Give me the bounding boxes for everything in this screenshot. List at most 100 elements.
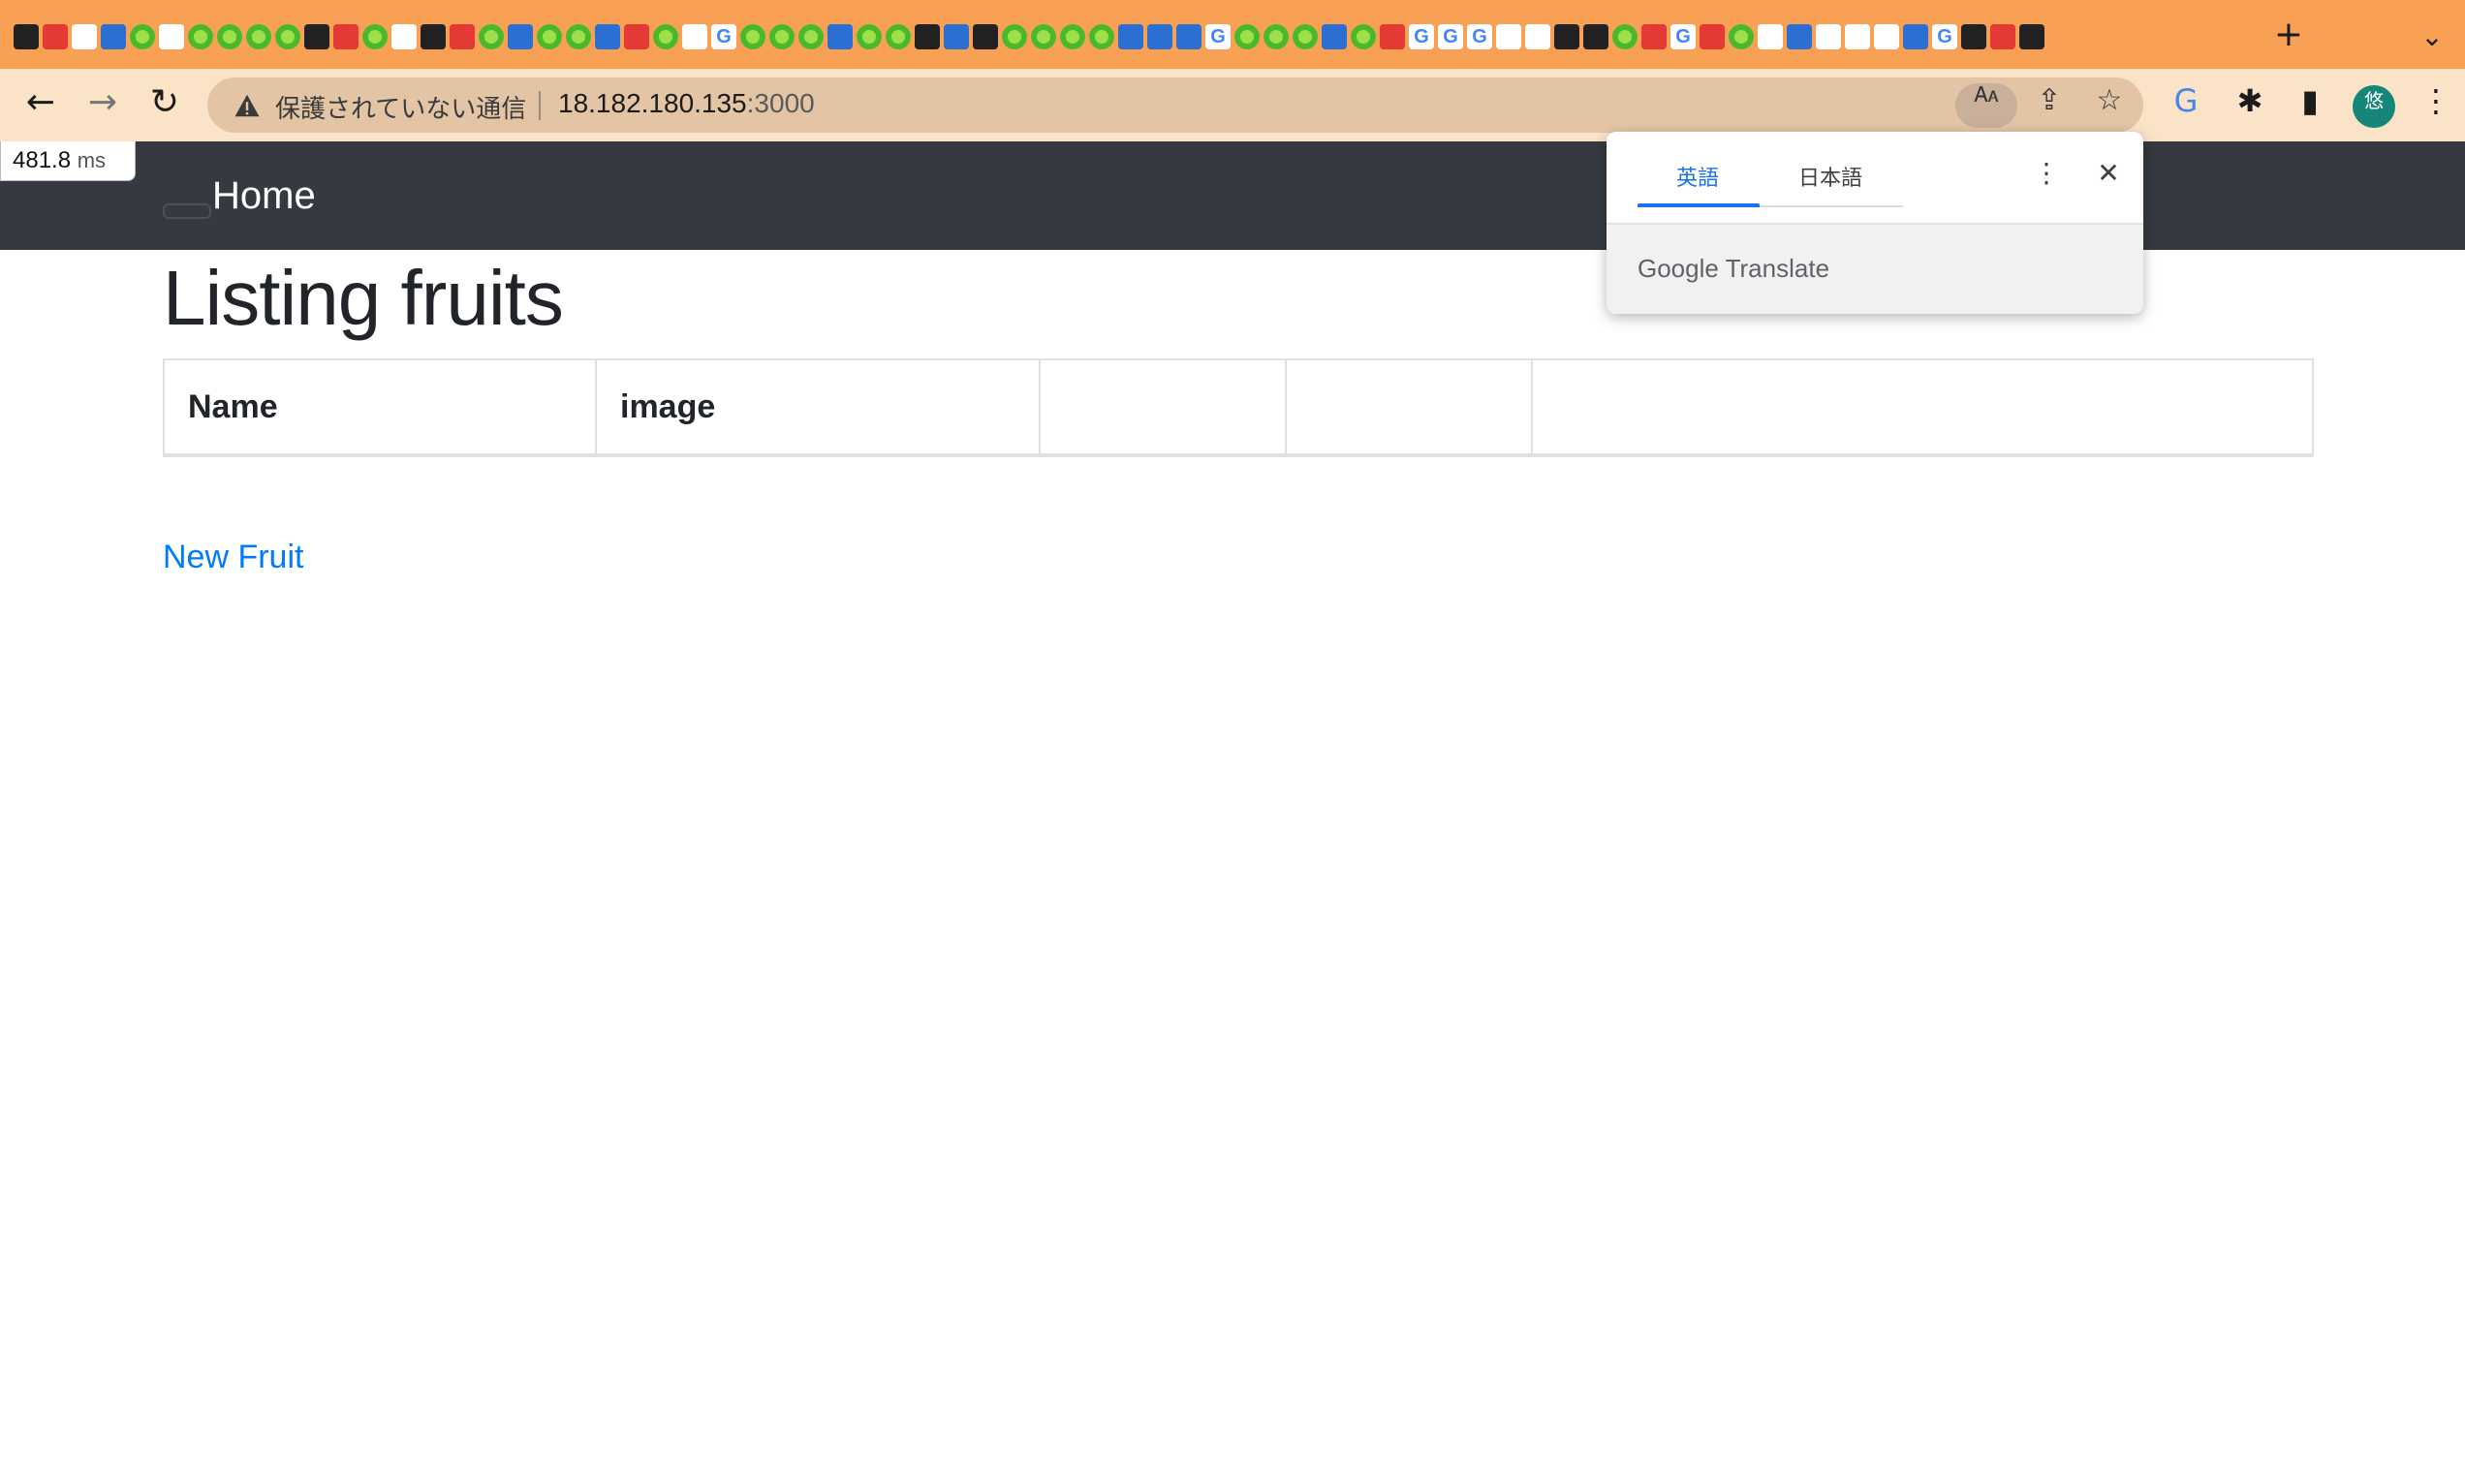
tab-source-language[interactable]: 英語 bbox=[1676, 161, 1719, 192]
tab-favicon[interactable] bbox=[246, 24, 271, 49]
page-title: Listing fruits bbox=[163, 255, 564, 341]
forward-arrow-icon[interactable]: → bbox=[79, 82, 126, 129]
tab-favicon[interactable] bbox=[1002, 24, 1027, 49]
tab-favicon[interactable] bbox=[188, 24, 213, 49]
tab-favicon[interactable] bbox=[1351, 24, 1376, 49]
close-icon[interactable]: ✕ bbox=[2089, 157, 2128, 196]
navbar-brand-home[interactable]: Home bbox=[212, 174, 316, 218]
tab-favicon[interactable] bbox=[2019, 24, 2044, 49]
tab-favicon[interactable]: G bbox=[1467, 24, 1492, 49]
tab-favicon[interactable] bbox=[72, 24, 97, 49]
tab-favicon[interactable] bbox=[1264, 24, 1289, 49]
tab-favicon[interactable] bbox=[43, 24, 68, 49]
tab-favicon[interactable] bbox=[1322, 24, 1347, 49]
tab-favicon[interactable]: G bbox=[1670, 24, 1696, 49]
tab-favicon[interactable] bbox=[1816, 24, 1841, 49]
new-tab-button[interactable]: + bbox=[2267, 14, 2310, 56]
tab-favicon[interactable] bbox=[479, 24, 504, 49]
tab-favicon[interactable] bbox=[1990, 24, 2015, 49]
tab-favicon[interactable]: G bbox=[1409, 24, 1434, 49]
url-port: :3000 bbox=[746, 88, 815, 118]
tab-favicon[interactable] bbox=[275, 24, 300, 49]
tab-favicon[interactable] bbox=[304, 24, 329, 49]
tab-favicon[interactable] bbox=[421, 24, 446, 49]
browser-toolbar: ← → ↻ 保護されていない通信 18.182.180.135:3000 🗛 ⇪… bbox=[0, 69, 2465, 141]
tab-favicon[interactable] bbox=[1700, 24, 1725, 49]
tab-target-language[interactable]: 日本語 bbox=[1798, 161, 1862, 192]
tab-favicon[interactable] bbox=[886, 24, 911, 49]
tab-favicon[interactable] bbox=[159, 24, 184, 49]
google-brand: Google bbox=[1638, 254, 1719, 283]
tab-favicon[interactable] bbox=[769, 24, 795, 49]
new-fruit-link[interactable]: New Fruit bbox=[163, 539, 303, 576]
tab-favicon[interactable] bbox=[1612, 24, 1638, 49]
side-panel-icon[interactable]: ▮ bbox=[2287, 82, 2333, 129]
tab-favicon[interactable]: G bbox=[1438, 24, 1463, 49]
tab-favicon[interactable] bbox=[391, 24, 417, 49]
tab-favicon[interactable] bbox=[740, 24, 765, 49]
tab-favicon[interactable] bbox=[1118, 24, 1143, 49]
translate-page-icon[interactable]: 🗛 bbox=[1955, 83, 2017, 128]
tab-favicon[interactable] bbox=[1903, 24, 1928, 49]
tab-search-chevron-icon[interactable]: ⌄ bbox=[2413, 17, 2451, 56]
tab-favicon[interactable] bbox=[1874, 24, 1899, 49]
tab-favicon[interactable] bbox=[682, 24, 707, 49]
tab-favicon[interactable] bbox=[1234, 24, 1260, 49]
tab-favicon[interactable] bbox=[1554, 24, 1579, 49]
tab-favicon[interactable]: G bbox=[1205, 24, 1231, 49]
tab-favicon[interactable] bbox=[333, 24, 359, 49]
bookmark-star-icon[interactable]: ☆ bbox=[2087, 83, 2132, 128]
tab-favicon[interactable] bbox=[595, 24, 620, 49]
tab-favicon[interactable] bbox=[1089, 24, 1114, 49]
tab-favicon[interactable] bbox=[1525, 24, 1550, 49]
share-icon[interactable]: ⇪ bbox=[2027, 83, 2072, 128]
tab-favicon[interactable] bbox=[1787, 24, 1812, 49]
tab-favicon[interactable] bbox=[1961, 24, 1986, 49]
tab-favicon[interactable] bbox=[1176, 24, 1201, 49]
tab-favicon[interactable] bbox=[857, 24, 882, 49]
reload-icon[interactable]: ↻ bbox=[141, 82, 188, 129]
tab-favicon[interactable] bbox=[130, 24, 155, 49]
tab-favicon[interactable] bbox=[450, 24, 475, 49]
tab-favicon[interactable] bbox=[1641, 24, 1667, 49]
browser-menu-kebab-icon[interactable]: ⋮ bbox=[2413, 82, 2459, 129]
tab-favicon[interactable]: G bbox=[1932, 24, 1957, 49]
tab-favicon[interactable] bbox=[944, 24, 969, 49]
back-arrow-icon[interactable]: ← bbox=[17, 82, 64, 129]
security-status-label[interactable]: 保護されていない通信 bbox=[275, 89, 526, 125]
tab-favicon[interactable] bbox=[827, 24, 853, 49]
tab-favicon[interactable] bbox=[14, 24, 39, 49]
tab-favicon[interactable] bbox=[1845, 24, 1870, 49]
tab-favicon[interactable] bbox=[537, 24, 562, 49]
more-options-kebab-icon[interactable]: ⋮ bbox=[2027, 157, 2066, 196]
tab-favicon[interactable] bbox=[1293, 24, 1318, 49]
extensions-puzzle-icon[interactable]: ✱ bbox=[2227, 82, 2273, 129]
google-translate-extension-icon[interactable]: G bbox=[2163, 82, 2209, 129]
address-bar[interactable]: 保護されていない通信 18.182.180.135:3000 🗛 ⇪ ☆ bbox=[207, 77, 2143, 133]
tab-favicon[interactable]: G bbox=[711, 24, 736, 49]
tab-favicon[interactable] bbox=[624, 24, 649, 49]
tab-favicon[interactable] bbox=[217, 24, 242, 49]
tab-favicon[interactable] bbox=[101, 24, 126, 49]
tab-favicon[interactable] bbox=[798, 24, 824, 49]
tab-favicon[interactable] bbox=[915, 24, 940, 49]
url-text[interactable]: 18.182.180.135:3000 bbox=[558, 88, 815, 119]
tab-favicon[interactable] bbox=[362, 24, 388, 49]
fruits-table: Name image bbox=[163, 358, 2314, 457]
warning-icon[interactable] bbox=[233, 91, 262, 120]
tab-favicon[interactable] bbox=[566, 24, 591, 49]
tab-favicon[interactable] bbox=[1060, 24, 1085, 49]
tab-favicon[interactable] bbox=[973, 24, 998, 49]
tab-favicon[interactable] bbox=[1758, 24, 1783, 49]
tab-favicon[interactable] bbox=[1380, 24, 1405, 49]
tab-favicon[interactable] bbox=[1729, 24, 1754, 49]
tab-favicon[interactable] bbox=[1583, 24, 1608, 49]
tab-favicon[interactable] bbox=[653, 24, 678, 49]
tab-favicon[interactable] bbox=[508, 24, 533, 49]
profile-avatar[interactable]: 悠 bbox=[2353, 85, 2395, 128]
navbar-toggler[interactable] bbox=[163, 203, 211, 219]
tab-favicon[interactable] bbox=[1031, 24, 1056, 49]
tab-favicon[interactable] bbox=[1147, 24, 1172, 49]
translate-popup: 英語 日本語 ⋮ ✕ Google Translate bbox=[1607, 132, 2143, 314]
tab-favicon[interactable] bbox=[1496, 24, 1521, 49]
